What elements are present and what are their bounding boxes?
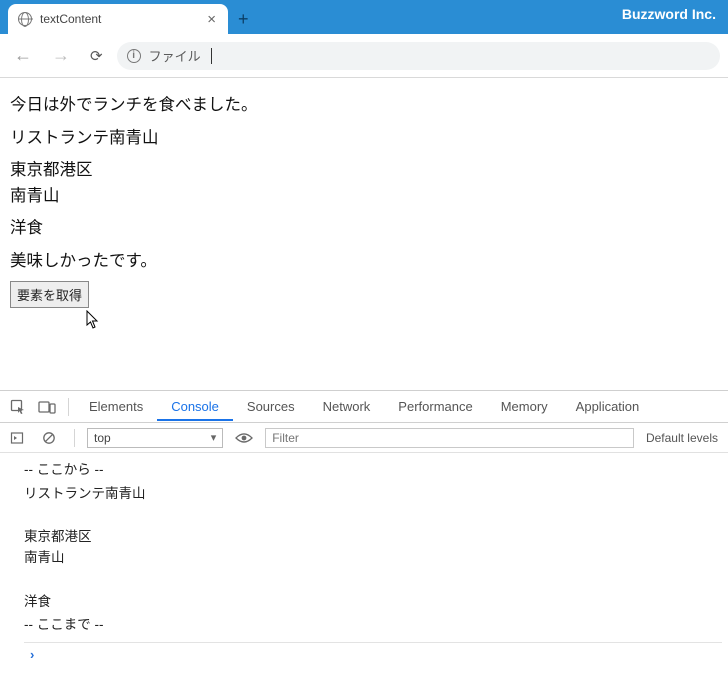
- paragraph: 今日は外でランチを食べました。: [10, 93, 718, 119]
- console-line: -- ここまで --: [24, 614, 722, 636]
- text-line: 東京都港区: [10, 161, 93, 179]
- browser-titlebar: textContent × + Buzzword Inc.: [0, 0, 728, 34]
- info-icon: i: [127, 49, 141, 63]
- tab-sources[interactable]: Sources: [233, 392, 309, 421]
- text-line: 南青山: [10, 187, 60, 205]
- tab-memory[interactable]: Memory: [487, 392, 562, 421]
- log-levels-select[interactable]: Default levels: [640, 431, 724, 445]
- console-output: -- ここから -- リストランテ南青山 東京都港区 南青山 洋食 -- ここま…: [0, 453, 728, 666]
- browser-tab[interactable]: textContent ×: [8, 4, 228, 34]
- clear-console-icon[interactable]: [36, 427, 62, 449]
- page-content: 今日は外でランチを食べました。 リストランテ南青山 東京都港区 南青山 洋食 美…: [0, 78, 728, 353]
- console-prompt[interactable]: ›: [24, 642, 722, 666]
- context-select[interactable]: top: [87, 428, 223, 448]
- paragraph: 洋食: [10, 216, 718, 242]
- reload-button[interactable]: ⟳: [84, 43, 109, 69]
- device-toggle-icon[interactable]: [32, 396, 62, 418]
- devtools-tabbar: Elements Console Sources Network Perform…: [0, 391, 728, 423]
- address-bar-text: ファイル: [149, 46, 201, 65]
- chevron-right-icon: ›: [30, 647, 34, 662]
- browser-navbar: ← → ⟳ i ファイル: [0, 34, 728, 78]
- live-expression-icon[interactable]: [229, 427, 259, 449]
- back-button[interactable]: ←: [8, 41, 38, 70]
- paragraph: 美味しかったです。: [10, 249, 718, 275]
- console-filter-input[interactable]: [265, 428, 634, 448]
- paragraph: 東京都港区 南青山: [10, 158, 718, 209]
- separator: [74, 429, 75, 447]
- tab-title: textContent: [40, 12, 101, 26]
- close-icon[interactable]: ×: [203, 11, 220, 28]
- tab-network[interactable]: Network: [309, 392, 385, 421]
- globe-icon: [18, 12, 32, 26]
- new-tab-button[interactable]: +: [228, 4, 259, 34]
- console-line: 東京都港区: [24, 526, 722, 548]
- console-line: 洋食: [24, 591, 722, 613]
- console-toolbar: top Default levels: [0, 423, 728, 453]
- console-line: リストランテ南青山: [24, 483, 722, 505]
- console-line: -- ここから --: [24, 459, 722, 481]
- console-line: 南青山: [24, 547, 722, 569]
- context-select-value: top: [94, 431, 111, 445]
- devtools-panel: Elements Console Sources Network Perform…: [0, 390, 728, 700]
- address-bar[interactable]: i ファイル: [117, 42, 720, 70]
- forward-button[interactable]: →: [46, 41, 76, 70]
- tab-console[interactable]: Console: [157, 392, 233, 421]
- tab-elements[interactable]: Elements: [75, 392, 157, 421]
- get-element-button[interactable]: 要素を取得: [10, 281, 89, 308]
- console-sidebar-toggle-icon[interactable]: [4, 427, 30, 449]
- mouse-cursor-icon: [86, 310, 100, 330]
- brand-label: Buzzword Inc.: [622, 6, 716, 22]
- text-cursor: [211, 48, 212, 64]
- separator: [68, 398, 69, 416]
- inspect-icon[interactable]: [4, 395, 32, 419]
- tab-performance[interactable]: Performance: [384, 392, 486, 421]
- paragraph: リストランテ南青山: [10, 126, 718, 152]
- tab-application[interactable]: Application: [562, 392, 654, 421]
- console-message: -- ここから -- リストランテ南青山 東京都港区 南青山 洋食 -- ここま…: [24, 457, 722, 642]
